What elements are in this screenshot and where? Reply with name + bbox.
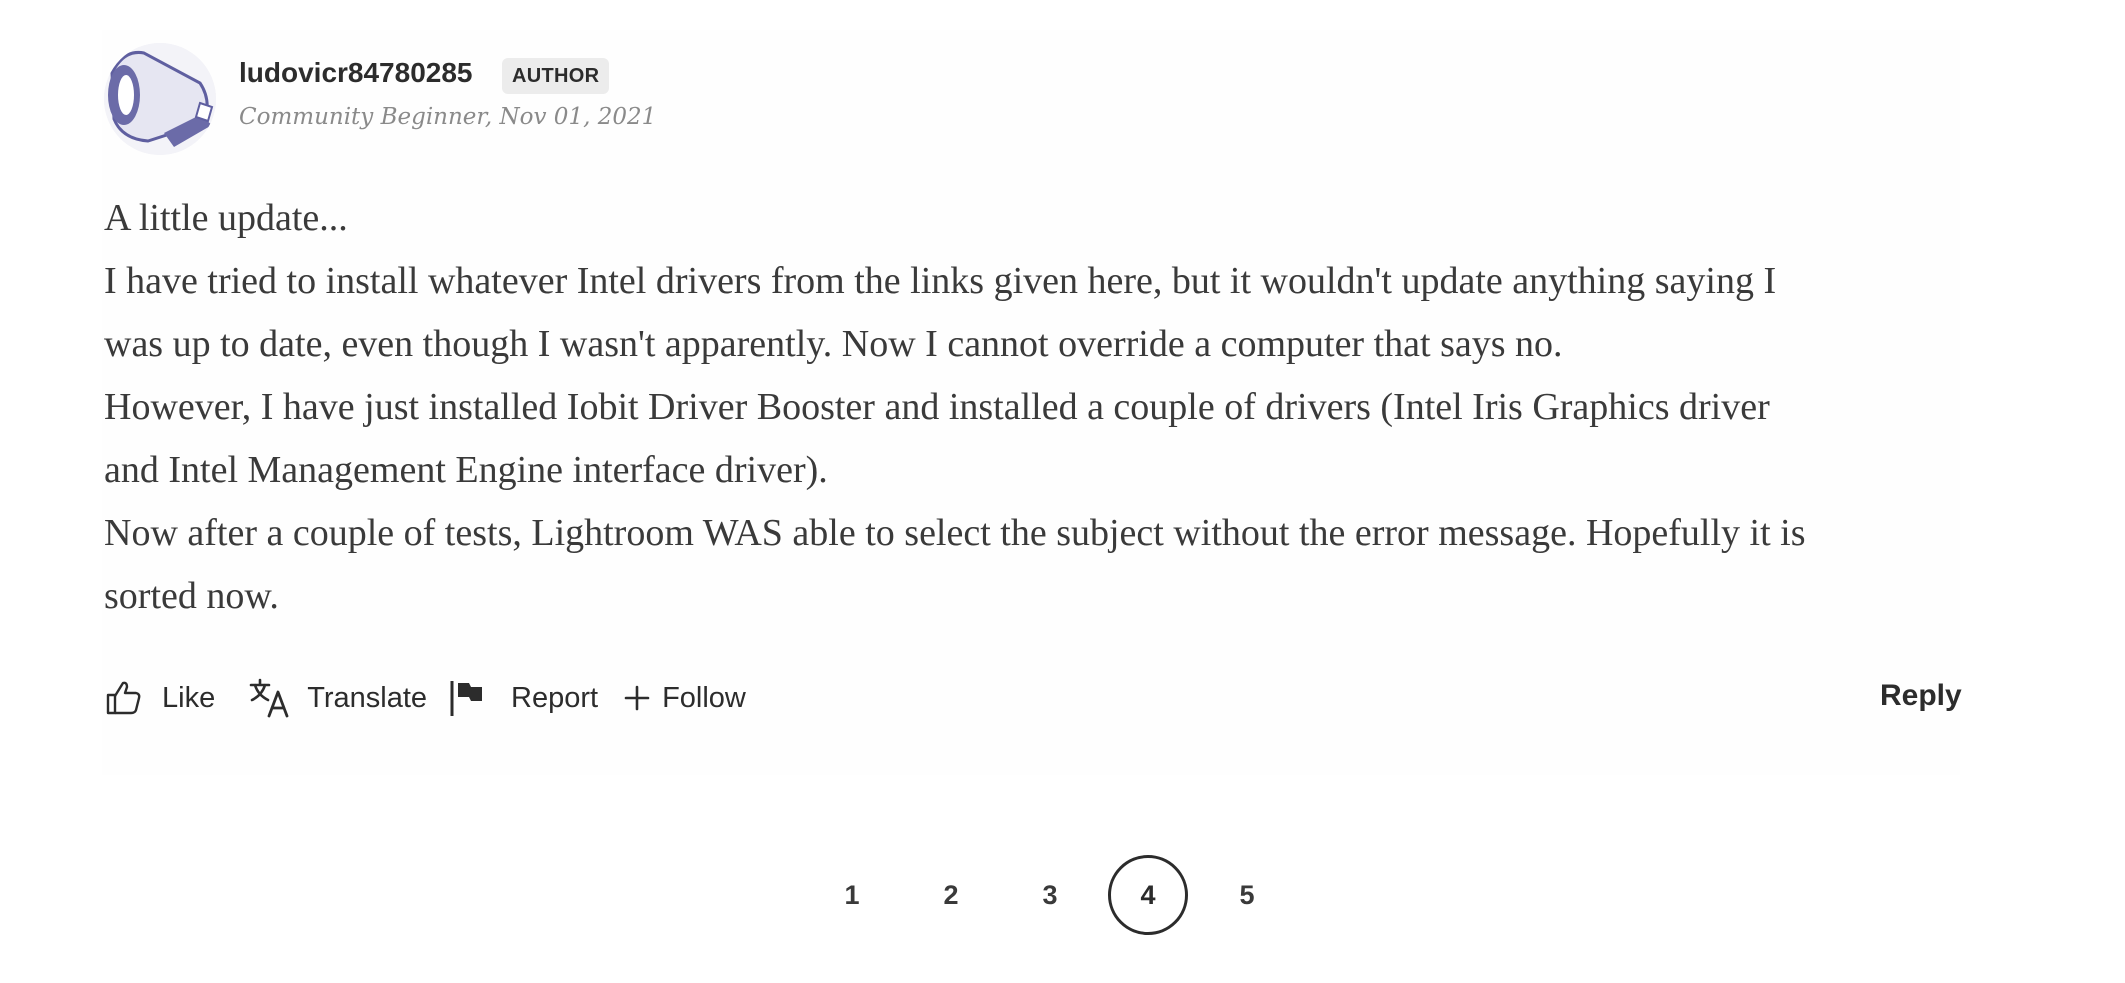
avatar[interactable] <box>104 43 216 155</box>
translate-icon <box>249 678 291 718</box>
post-line: A little update... <box>104 197 348 239</box>
post-line: sorted now. <box>104 575 279 617</box>
translate-button[interactable]: Translate <box>249 678 427 718</box>
date-separator: , <box>484 104 493 130</box>
flag-icon <box>449 679 485 717</box>
page-3[interactable]: 3 <box>1010 855 1090 935</box>
reply-button[interactable]: Reply <box>1880 676 1962 716</box>
like-label: Like <box>162 681 216 714</box>
author-badge: AUTHOR <box>502 58 610 94</box>
post-line: and Intel Management Engine interface dr… <box>104 449 828 491</box>
like-button[interactable]: Like <box>104 679 215 717</box>
pagination: 1 2 3 4 5 <box>0 855 2125 935</box>
post-line: Now after a couple of tests, Lightroom W… <box>104 512 1806 554</box>
author-name[interactable]: ludovicr84780285 <box>239 56 473 90</box>
page-4-current[interactable]: 4 <box>1108 855 1188 935</box>
post-line: However, I have just installed Iobit Dri… <box>104 386 1770 428</box>
author-meta: Community Beginner, Nov 01, 2021 <box>239 102 656 132</box>
post-actions: Like Translate Report Follow <box>104 670 746 726</box>
plus-icon <box>624 685 650 711</box>
post-date: Nov 01, 2021 <box>499 104 657 130</box>
page-2[interactable]: 2 <box>911 855 991 935</box>
report-label: Report <box>511 681 599 714</box>
report-button[interactable]: Report <box>449 679 598 717</box>
follow-button[interactable]: Follow <box>624 682 746 715</box>
post-line: was up to date, even though I wasn't app… <box>104 323 1563 365</box>
thumbs-up-icon <box>104 679 142 717</box>
translate-label: Translate <box>307 681 428 714</box>
author-rank: Community Beginner <box>239 104 485 130</box>
follow-label: Follow <box>662 681 746 714</box>
post-line: I have tried to install whatever Intel d… <box>104 260 1777 302</box>
post-body: A little update... I have tried to insta… <box>104 187 2004 628</box>
page-1[interactable]: 1 <box>812 855 892 935</box>
page-5[interactable]: 5 <box>1207 855 1287 935</box>
